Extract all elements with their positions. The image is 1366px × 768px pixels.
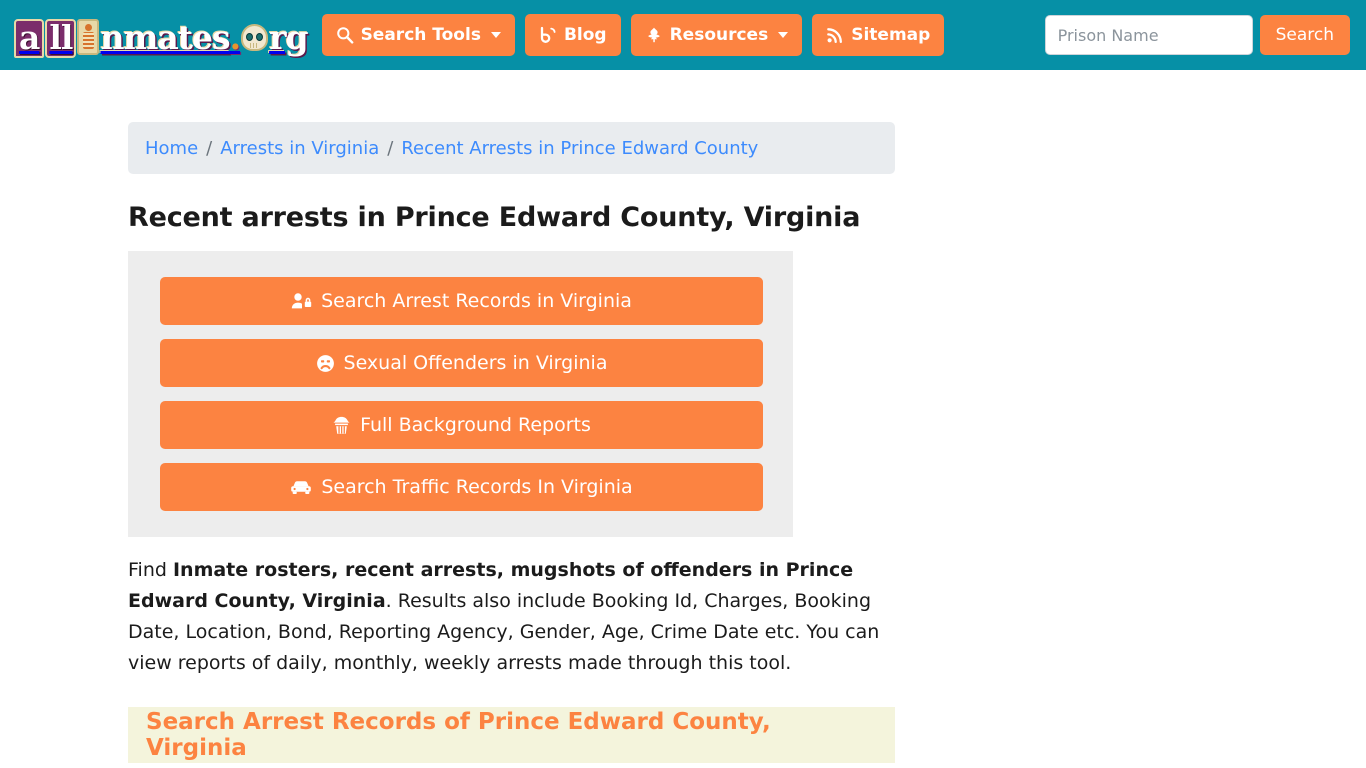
rss-icon	[826, 26, 844, 44]
nav-button-label: Search Tools	[360, 25, 481, 45]
breadcrumb: Home / Arrests in Virginia / Recent Arre…	[128, 122, 895, 174]
chevron-down-icon	[778, 32, 789, 38]
nav-button-blog[interactable]: Blog	[524, 14, 621, 56]
header-search-form: Search	[1044, 15, 1358, 55]
search-icon	[336, 26, 354, 44]
page-title: Recent arrests in Prince Edward County, …	[128, 202, 861, 233]
car-icon	[290, 479, 312, 496]
full-background-reports-button[interactable]: Full Background Reports	[160, 401, 763, 449]
leaf-icon	[645, 26, 663, 44]
logo-letter-a: a	[14, 18, 45, 58]
nav-button-sitemap[interactable]: Sitemap	[812, 14, 945, 56]
skull-icon	[241, 23, 269, 51]
action-button-label: Full Background Reports	[360, 414, 591, 436]
header-search-button[interactable]: Search	[1259, 15, 1350, 55]
logo-letters-ll: ll	[45, 18, 77, 58]
logo-wordmark: a ll nmates. rg	[14, 13, 309, 58]
breadcrumb-separator: /	[387, 137, 394, 159]
action-button-label: Search Traffic Records In Virginia	[321, 476, 633, 498]
frowning-face-icon	[316, 354, 335, 373]
content-column: Home / Arrests in Virginia / Recent Arre…	[128, 122, 895, 763]
site-logo[interactable]: a ll nmates. rg	[14, 12, 309, 58]
action-button-label: Search Arrest Records in Virginia	[321, 290, 632, 312]
breadcrumb-item-arrests-in-virginia[interactable]: Arrests in Virginia	[220, 138, 379, 159]
detective-icon	[332, 416, 351, 435]
chevron-down-icon	[490, 32, 501, 38]
nav-button-label: Sitemap	[851, 25, 931, 45]
nav-button-resources[interactable]: Resources	[630, 14, 803, 56]
prison-name-search-input[interactable]	[1044, 15, 1253, 55]
sexual-offenders-button[interactable]: Sexual Offenders in Virginia	[160, 339, 763, 387]
logo-letters-rg: rg	[269, 17, 308, 57]
breadcrumb-separator: /	[206, 137, 213, 159]
action-button-label: Sexual Offenders in Virginia	[343, 352, 608, 374]
breadcrumb-item-current[interactable]: Recent Arrests in Prince Edward County	[401, 138, 758, 159]
search-traffic-records-button[interactable]: Search Traffic Records In Virginia	[160, 463, 763, 511]
main-navigation: Search Tools Blog Resources Sitemap	[321, 14, 945, 56]
action-buttons-panel: Search Arrest Records in Virginia Sexual…	[128, 251, 793, 537]
logo-dot: .	[229, 17, 241, 57]
lead-paragraph: Find Inmate rosters, recent arrests, mug…	[128, 555, 895, 679]
nav-button-label: Resources	[669, 25, 769, 45]
user-lock-icon	[291, 292, 312, 310]
section-heading-box: Search Arrest Records of Prince Edward C…	[128, 707, 895, 763]
nav-button-label: Blog	[563, 25, 607, 45]
breadcrumb-item-home[interactable]: Home	[145, 138, 198, 159]
nav-button-search-tools[interactable]: Search Tools	[321, 14, 515, 56]
search-arrest-records-button[interactable]: Search Arrest Records in Virginia	[160, 277, 763, 325]
logo-letters-nmates: nmates	[100, 17, 230, 57]
section-heading: Search Arrest Records of Prince Edward C…	[146, 709, 771, 761]
inmate-figure-icon	[77, 18, 100, 55]
page-body: Home / Arrests in Virginia / Recent Arre…	[0, 122, 1366, 763]
blog-icon	[539, 26, 557, 44]
lead-text-prefix: Find	[128, 559, 173, 581]
site-header: a ll nmates. rg Search Tools Blog Resources	[0, 0, 1366, 70]
